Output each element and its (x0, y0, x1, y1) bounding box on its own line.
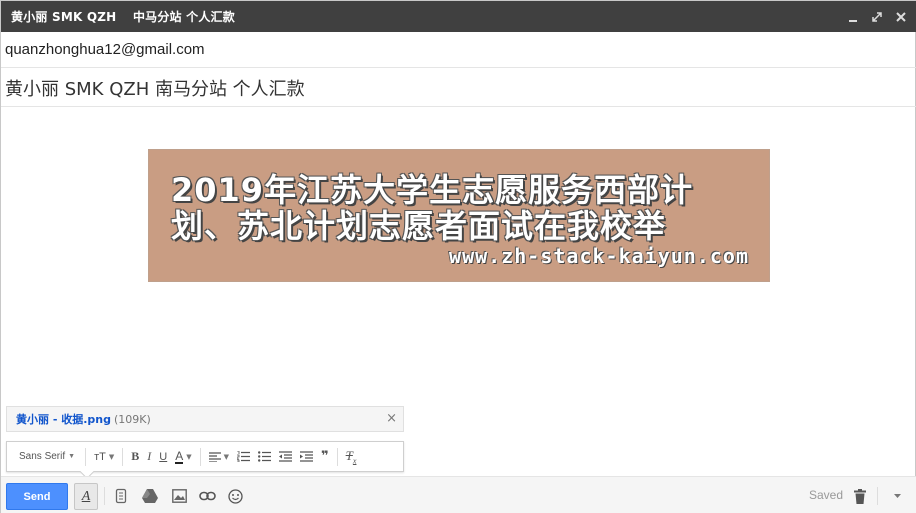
recipient-address: quanzhonghua12@gmail.com (5, 41, 205, 58)
insert-link-button[interactable] (197, 486, 217, 506)
formatting-options-button[interactable]: A (74, 483, 98, 510)
compose-action-bar: Send A Saved (1, 476, 916, 513)
paperclip-icon (115, 488, 127, 504)
quote-icon: ❞ (321, 449, 329, 464)
numbered-list-icon (237, 451, 250, 462)
font-size-button[interactable]: тT ▼ (90, 446, 118, 468)
remove-attachment-icon[interactable]: × (386, 411, 397, 426)
bold-button[interactable]: B (127, 446, 143, 468)
bulleted-list-button[interactable] (254, 446, 275, 468)
italic-button[interactable]: I (143, 446, 155, 468)
chevron-down-icon: ▼ (223, 452, 229, 461)
photo-icon (171, 489, 187, 503)
saved-status: Saved (809, 488, 844, 502)
underline-button[interactable]: U (155, 446, 171, 468)
recipient-field[interactable]: quanzhonghua12@gmail.com (1, 32, 916, 68)
close-icon[interactable] (895, 11, 907, 23)
window-controls (847, 1, 907, 32)
attach-files-button[interactable] (111, 486, 131, 506)
remove-formatting-icon: Tx (346, 448, 357, 466)
title-bar[interactable]: 黄小丽 SMK QZH 中马分站 个人汇款 (1, 1, 916, 32)
attachment-chip[interactable]: 黄小丽 - 收据.png (109K) × (6, 406, 404, 432)
insert-photo-button[interactable] (169, 486, 189, 506)
align-button[interactable]: ▼ (205, 446, 233, 468)
font-family-select[interactable]: Sans Serif ▼ (15, 446, 81, 468)
font-family-label: Sans Serif (19, 451, 66, 462)
formatting-toolbar: Sans Serif ▼ тT ▼ B I U A ▼ ▼ ❞ Tx (6, 441, 404, 480)
image-headline-line2: 划、苏北计划志愿者面试在我校举 (171, 207, 667, 245)
discard-draft-button[interactable] (850, 486, 870, 506)
indent-more-icon (300, 451, 313, 462)
send-button[interactable]: Send (6, 483, 68, 510)
quote-button[interactable]: ❞ (317, 446, 333, 468)
chevron-down-icon: ▼ (108, 452, 115, 461)
font-size-icon: тT (94, 450, 106, 463)
subject-text: 黄小丽 SMK QZH 南马分站 个人汇款 (5, 78, 305, 100)
toolbar-divider (85, 447, 87, 466)
bulleted-list-icon (258, 451, 271, 462)
indent-less-icon (279, 451, 292, 462)
numbered-list-button[interactable] (233, 446, 254, 468)
more-options-button[interactable] (887, 486, 907, 506)
image-watermark: www.zh-stack-kaiyun.com (449, 244, 749, 268)
insert-drive-button[interactable] (140, 486, 160, 506)
window-title: 黄小丽 SMK QZH 中马分站 个人汇款 (11, 10, 235, 24)
chevron-down-icon: ▼ (186, 452, 192, 461)
align-left-icon (208, 451, 221, 462)
indent-less-button[interactable] (275, 446, 296, 468)
action-divider (877, 487, 878, 505)
drive-icon (142, 489, 158, 503)
subject-field[interactable]: 黄小丽 SMK QZH 南马分站 个人汇款 (1, 69, 916, 107)
attachment-size: (109K) (113, 412, 151, 426)
indent-more-button[interactable] (296, 446, 317, 468)
text-color-icon: A (175, 448, 184, 464)
minimize-icon[interactable] (847, 11, 859, 23)
remove-formatting-button[interactable]: Tx (342, 446, 361, 468)
action-divider (104, 487, 105, 505)
insert-emoji-button[interactable] (225, 486, 245, 506)
trash-icon (854, 488, 866, 504)
inline-image[interactable]: 2019年江苏大学生志愿服务西部计 划、苏北计划志愿者面试在我校举 www.zh… (148, 149, 770, 282)
image-headline-line1: 2019年江苏大学生志愿服务西部计 (171, 171, 694, 209)
toolbar-divider (122, 447, 124, 466)
popout-icon[interactable] (871, 11, 883, 23)
toolbar-divider (336, 447, 338, 466)
link-icon (198, 491, 216, 501)
smiley-icon (227, 488, 243, 504)
remove-formatting-glyph: T (345, 447, 353, 463)
chevron-down-icon: ▼ (68, 453, 76, 460)
compose-window: 黄小丽 SMK QZH 中马分站 个人汇款 quanzhonghua12@gma… (0, 0, 916, 513)
text-color-button[interactable]: A ▼ (171, 446, 195, 468)
toolbar-divider (199, 447, 201, 466)
attachment-name[interactable]: 黄小丽 - 收据.png (16, 411, 111, 427)
chevron-down-icon (893, 494, 901, 498)
remove-formatting-sub: x (352, 456, 357, 466)
